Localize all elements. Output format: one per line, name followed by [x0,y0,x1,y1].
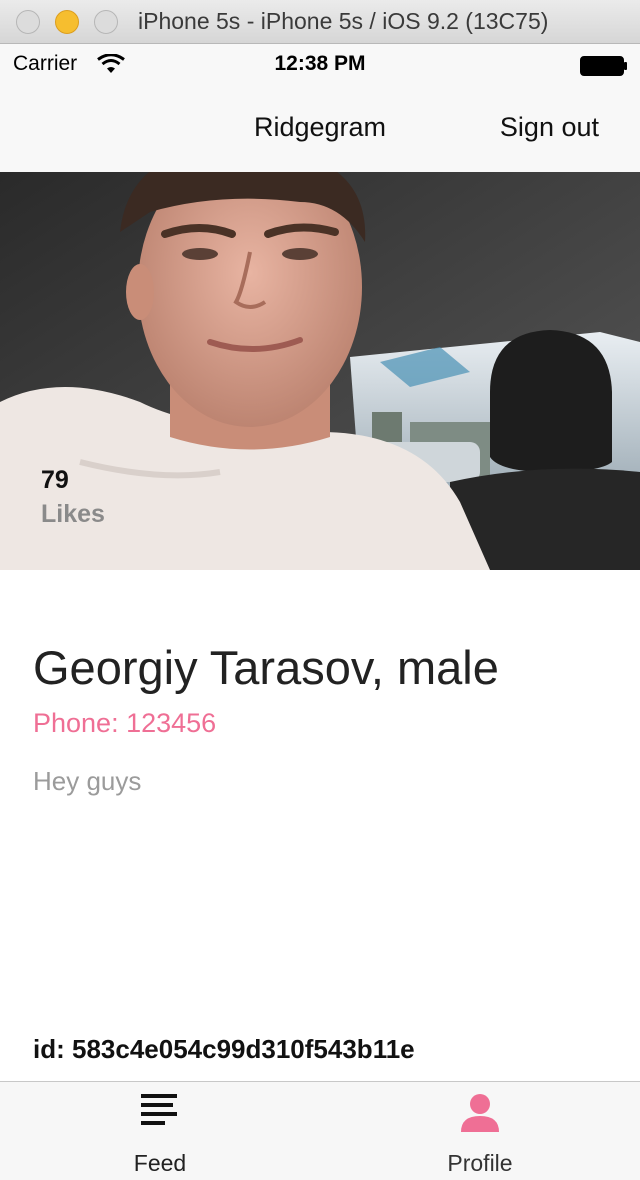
status-bar: Carrier 12:38 PM [0,44,640,84]
profile-id: id: 583c4e054c99d310f543b11e [33,1034,415,1064]
person-icon [461,1094,499,1132]
tab-feed-label: Feed [133,1150,187,1176]
sign-out-button[interactable]: Sign out [500,112,599,143]
tab-profile-label: Profile [447,1150,513,1176]
likes-label: Likes [41,500,105,528]
tab-feed[interactable]: Feed [0,1082,320,1180]
feed-list-icon [141,1094,177,1125]
minimize-window-button[interactable] [55,10,79,34]
tab-profile[interactable]: Profile [320,1082,640,1180]
profile-bio: Hey guys [33,766,142,796]
close-window-button[interactable] [16,10,40,34]
profile-phone: Phone: 123456 [33,708,217,738]
navigation-bar: Ridgegram Sign out [0,84,640,172]
tab-bar: Feed Profile [0,1081,640,1180]
battery-icon [580,56,627,76]
simulator-title-bar: iPhone 5s - iPhone 5s / iOS 9.2 (13C75) [0,0,640,44]
status-time: 12:38 PM [274,52,366,75]
zoom-window-button[interactable] [94,10,118,34]
likes-count: 79 [41,466,69,494]
profile-name: Georgiy Tarasov, male [33,641,499,694]
window-title: iPhone 5s - iPhone 5s / iOS 9.2 (13C75) [138,8,549,34]
